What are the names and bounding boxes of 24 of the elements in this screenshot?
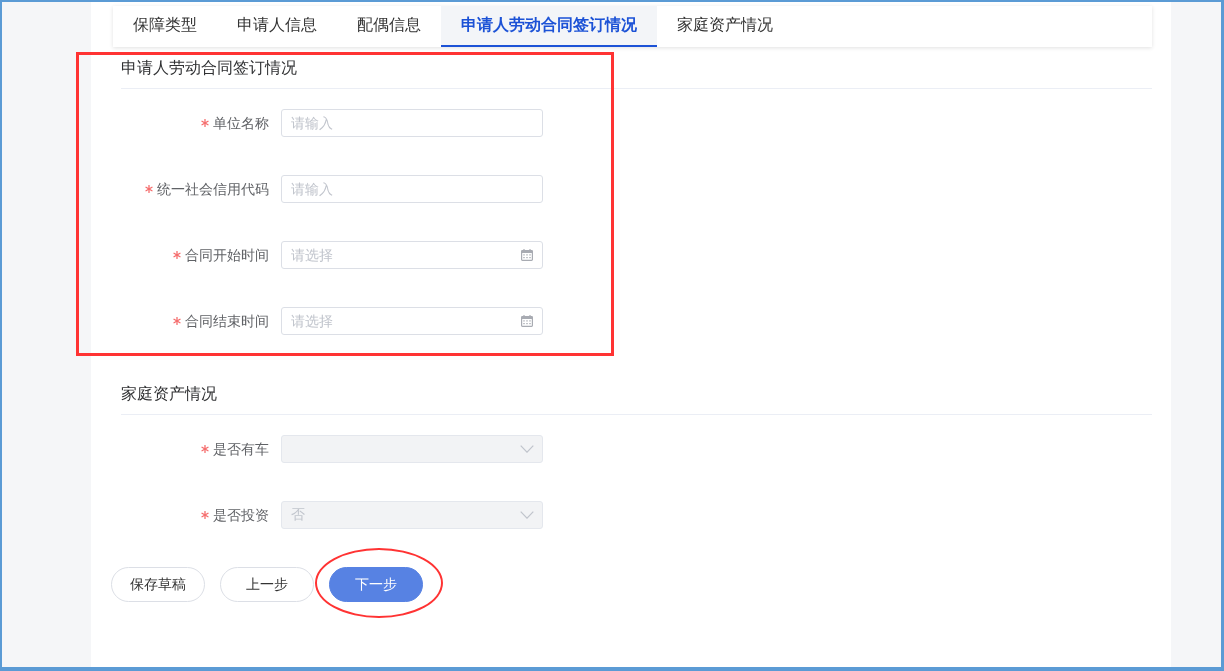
field-label: 合同开始时间 — [185, 246, 269, 265]
section-heading: 申请人劳动合同签订情况 — [121, 47, 1152, 89]
date-picker-field[interactable]: 请选择 — [281, 241, 543, 269]
field-label: 是否投资 — [213, 506, 269, 525]
next-button[interactable]: 下一步 — [329, 567, 423, 602]
tab[interactable]: 保障类型 — [113, 6, 217, 47]
section-heading: 家庭资产情况 — [121, 373, 1152, 415]
field-label: 单位名称 — [213, 114, 269, 133]
input-field[interactable]: 请输入 — [281, 175, 543, 203]
tab[interactable]: 申请人信息 — [217, 6, 337, 47]
date-picker-field[interactable]: 请选择 — [281, 307, 543, 335]
field-label: 统一社会信用代码 — [157, 180, 269, 199]
calendar-icon — [521, 249, 533, 261]
chevron-down-icon — [520, 445, 534, 453]
action-button[interactable]: 保存草稿 — [111, 567, 205, 602]
field-label: 合同结束时间 — [185, 312, 269, 331]
chevron-down-icon — [520, 511, 534, 519]
field-label: 是否有车 — [213, 440, 269, 459]
calendar-icon — [521, 315, 533, 327]
tab[interactable]: 家庭资产情况 — [657, 6, 793, 47]
tab[interactable]: 申请人劳动合同签订情况 — [441, 6, 657, 47]
input-field[interactable]: 请输入 — [281, 109, 543, 137]
action-button[interactable]: 上一步 — [220, 567, 314, 602]
tab[interactable]: 配偶信息 — [337, 6, 441, 47]
